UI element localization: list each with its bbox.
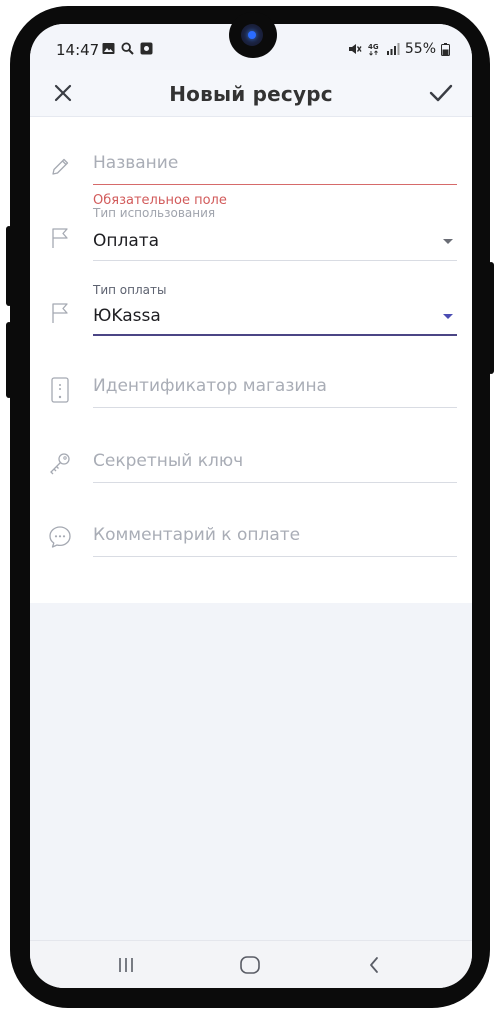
payment-type-label: Тип оплаты (93, 283, 167, 297)
shop-id-input[interactable]: Идентификатор магазина (93, 372, 457, 422)
comment-icon (46, 523, 74, 551)
back-button[interactable] (354, 953, 394, 977)
shop-id-underline (93, 407, 457, 408)
chevron-down-icon (443, 239, 453, 244)
payment-type-underline (93, 334, 457, 336)
system-nav-bar (30, 940, 472, 988)
usage-type-underline (93, 260, 457, 261)
save-button[interactable] (424, 76, 458, 110)
status-left-icons (102, 42, 153, 55)
battery-percent: 55% (404, 41, 436, 57)
name-underline (93, 184, 457, 185)
flag-icon (46, 299, 74, 327)
payment-comment-underline (93, 556, 457, 557)
battery-icon (441, 42, 450, 56)
device-icon (46, 376, 74, 404)
svg-text:4G: 4G (368, 43, 379, 51)
recent-apps-button[interactable] (106, 953, 146, 977)
app-bar: Новый ресурс (30, 70, 472, 117)
payment-type-value: ЮKassa (93, 306, 161, 326)
4g-icon: 4G (368, 43, 379, 56)
mute-icon (348, 44, 362, 54)
resource-form: Название Обязательное поле Тип использов… (30, 117, 472, 603)
recent-apps-icon (119, 958, 133, 972)
chevron-down-icon (443, 314, 453, 319)
page-title: Новый ресурс (169, 82, 333, 106)
payment-comment-placeholder: Комментарий к оплате (93, 525, 301, 545)
check-icon (429, 84, 453, 102)
status-time: 14:47 (56, 41, 100, 59)
shop-id-placeholder: Идентификатор магазина (93, 376, 327, 396)
gallery-icon (102, 43, 115, 54)
search-icon (121, 42, 134, 55)
secret-key-placeholder: Секретный ключ (93, 451, 244, 471)
home-button[interactable] (230, 953, 270, 977)
payment-comment-input[interactable]: Комментарий к оплате (93, 521, 457, 571)
signal-icon (386, 43, 400, 55)
key-icon (46, 449, 74, 477)
secret-key-input[interactable]: Секретный ключ (93, 447, 457, 497)
name-placeholder: Название (93, 153, 179, 173)
home-icon (240, 956, 260, 974)
flag-icon (46, 224, 74, 252)
front-camera (241, 24, 263, 46)
secret-key-underline (93, 482, 457, 483)
payment-type-dropdown[interactable]: Тип оплаты ЮKassa (93, 282, 457, 338)
status-right-icons: 4G 55% (348, 41, 450, 57)
screen: 14:47 4G 55% Новый ресурс Название Обяза… (30, 24, 472, 988)
back-icon (370, 957, 378, 973)
usage-type-label: Тип использования (93, 206, 216, 220)
app-notification-icon (140, 42, 153, 55)
usage-type-value: Оплата (93, 231, 160, 251)
pencil-icon (46, 153, 74, 181)
usage-type-dropdown[interactable]: Тип использования Оплата (93, 206, 457, 263)
